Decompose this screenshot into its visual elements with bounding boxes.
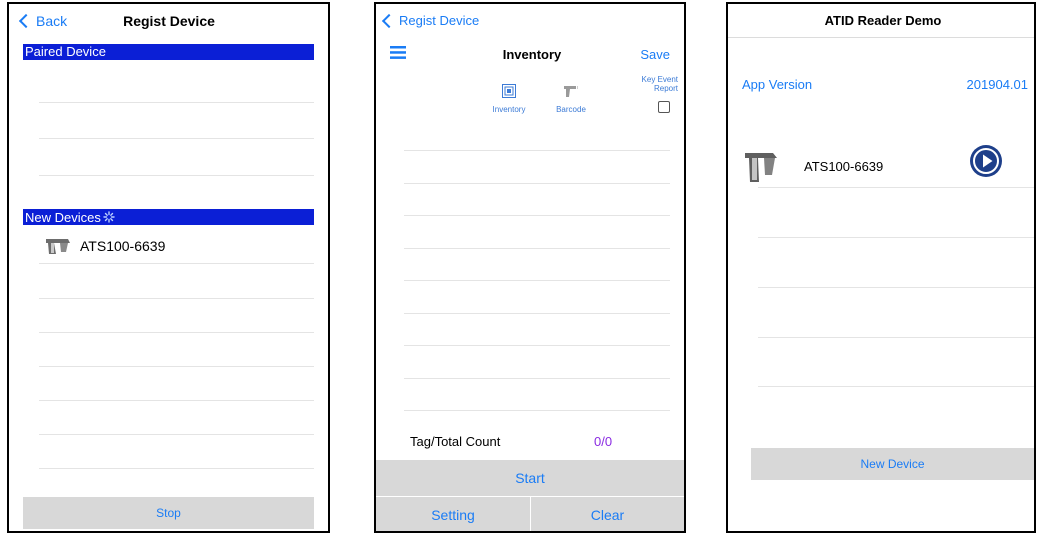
- device-list-item[interactable]: ATS100-6639: [39, 229, 314, 262]
- regist-device-screen: Back Regist Device Paired Device New Dev…: [7, 2, 330, 533]
- inventory-screen: Regist Device Inventory Save Inventory B…: [374, 2, 686, 533]
- new-devices-header: New Devices: [23, 209, 314, 225]
- page-title: ATID Reader Demo: [824, 13, 942, 28]
- play-circle-icon: [970, 145, 1002, 177]
- back-label: Back: [36, 13, 68, 29]
- back-button[interactable]: Back: [18, 13, 68, 29]
- hamburger-menu-button[interactable]: [390, 46, 406, 59]
- tab-inventory-label: Inventory: [492, 105, 526, 114]
- separator: [404, 248, 670, 249]
- reader-device-icon: [46, 238, 70, 254]
- page-title: Regist Device: [123, 13, 215, 29]
- separator: [758, 187, 1034, 188]
- separator: [758, 386, 1034, 387]
- app-version-label: App Version: [742, 77, 813, 92]
- chevron-left-icon: [18, 13, 34, 29]
- app-version-value: 201904.01: [966, 77, 1028, 92]
- hamburger-menu-icon: [390, 46, 406, 59]
- paired-device-header: Paired Device: [23, 44, 314, 60]
- separator: [404, 183, 670, 184]
- rfid-inventory-icon: [502, 84, 516, 98]
- reader-device-icon: [745, 153, 777, 182]
- key-event-label-2: Report: [653, 84, 678, 93]
- separator: [404, 345, 670, 346]
- setting-button[interactable]: Setting: [376, 497, 530, 531]
- loading-spinner-icon: [103, 211, 115, 223]
- tab-inventory[interactable]: Inventory: [484, 84, 534, 114]
- tag-count-value: 0/0: [594, 434, 613, 449]
- new-device-button[interactable]: New Device: [751, 448, 1034, 480]
- connect-button[interactable]: [969, 144, 1003, 178]
- back-button[interactable]: Regist Device: [381, 13, 480, 28]
- device-name: ATS100-6639: [804, 158, 884, 174]
- tab-barcode-label: Barcode: [556, 105, 586, 114]
- separator: [39, 298, 314, 299]
- stop-button[interactable]: Stop: [23, 497, 314, 529]
- separator: [758, 337, 1034, 338]
- key-event-label-1: Key Event: [641, 75, 678, 84]
- separator: [39, 102, 314, 103]
- separator: [404, 378, 670, 379]
- tab-barcode[interactable]: Barcode: [546, 84, 596, 114]
- key-event-checkbox[interactable]: [658, 101, 670, 113]
- chevron-left-icon: [381, 13, 397, 28]
- separator: [404, 280, 670, 281]
- separator: [404, 313, 670, 314]
- barcode-scanner-icon: [564, 86, 578, 97]
- separator: [39, 138, 314, 139]
- new-devices-label: New Devices: [25, 209, 101, 225]
- separator: [39, 468, 314, 469]
- separator: [39, 263, 314, 264]
- device-name: ATS100-6639: [80, 237, 166, 254]
- tag-count-label: Tag/Total Count: [410, 434, 501, 449]
- back-label: Regist Device: [399, 13, 480, 28]
- save-button[interactable]: Save: [640, 47, 670, 62]
- separator: [404, 215, 670, 216]
- separator: [404, 410, 670, 411]
- clear-button[interactable]: Clear: [531, 497, 684, 531]
- separator: [39, 400, 314, 401]
- separator: [39, 366, 314, 367]
- start-button[interactable]: Start: [376, 460, 684, 496]
- separator: [39, 434, 314, 435]
- separator: [758, 287, 1034, 288]
- reader-demo-screen: ATID Reader Demo App Version 201904.01 A…: [726, 2, 1036, 533]
- header-separator: [728, 37, 1034, 38]
- page-title: Inventory: [502, 47, 562, 62]
- separator: [404, 150, 670, 151]
- separator: [39, 175, 314, 176]
- separator: [39, 332, 314, 333]
- separator: [758, 237, 1034, 238]
- key-event-report: Key Event Report: [638, 75, 678, 93]
